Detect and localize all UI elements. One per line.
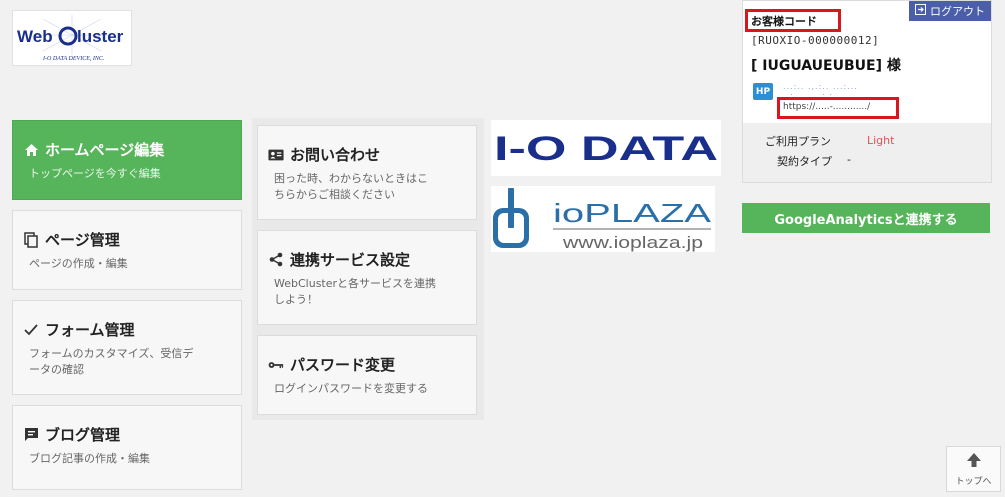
ioplaza-banner[interactable]: ioPLAZA www.ioplaza.jp	[491, 186, 715, 252]
service-link-desc: WebClusterと各サービスを連携 しよう！	[268, 276, 466, 308]
home-edit-desc: トップページを今すぐ編集	[29, 167, 161, 180]
ioplaza-url-text: www.ioplaza.jp	[562, 233, 703, 252]
service-link-desc-line1: WebClusterと各サービスを連携	[274, 277, 437, 290]
plan-row: ご利用プラン	[765, 133, 831, 149]
home-edit-title: ホームページ編集	[45, 141, 165, 159]
contact-tile[interactable]: お問い合わせ 困った時、わからないときはこ ちらからご相談ください	[257, 125, 477, 220]
contact-desc: 困った時、わからないときはこ ちらからご相談ください	[268, 171, 466, 203]
contact-desc-line2: ちらからご相談ください	[274, 188, 395, 201]
password-change-tile[interactable]: パスワード変更 ログインパスワードを変更する	[257, 335, 477, 415]
home-edit-tile[interactable]: ホームページ編集 トップページを今すぐ編集	[12, 120, 242, 200]
comment-icon	[23, 427, 39, 443]
share-icon	[268, 252, 284, 268]
logo-text-left: Web	[17, 27, 53, 46]
form-manage-desc: フォームのカスタマイズ、受信デ ータの確認	[23, 346, 231, 378]
form-manage-desc-line1: フォームのカスタマイズ、受信デ	[29, 347, 194, 360]
highlight-customer-code	[745, 9, 841, 32]
scroll-to-top-label: トップへ	[955, 476, 992, 487]
contact-card-icon	[268, 147, 284, 163]
blog-manage-tile[interactable]: ブログ管理 ブログ記事の作成・編集	[12, 405, 242, 490]
logout-label: ログアウト	[930, 5, 985, 18]
blog-manage-title: ブログ管理	[45, 426, 121, 444]
highlight-hp-url	[777, 97, 899, 119]
arrow-up-icon	[966, 452, 982, 472]
form-manage-tile[interactable]: フォーム管理 フォームのカスタマイズ、受信デ ータの確認	[12, 300, 242, 395]
google-analytics-link-button[interactable]: GoogleAnalyticsと連携する	[742, 203, 990, 233]
password-change-desc: ログインパスワードを変更する	[274, 382, 428, 395]
blog-manage-desc: ブログ記事の作成・編集	[29, 452, 150, 465]
key-icon	[268, 357, 284, 373]
scroll-to-top-button[interactable]: トップへ	[946, 446, 1001, 492]
customer-name: [ IUGUAUEUBUE] 様	[751, 58, 901, 74]
service-link-tile[interactable]: 連携サービス設定 WebClusterと各サービスを連携 しよう！	[257, 230, 477, 325]
iodata-banner[interactable]: I-O DATA	[491, 120, 721, 176]
check-icon	[23, 322, 39, 338]
account-info: ログアウト お客様コード [RUOXIO-000000012] [ IUGUAU…	[743, 1, 991, 123]
hp-badge: HP	[753, 83, 773, 100]
logo-tagline: I-O DATA DEVICE, INC.	[42, 56, 104, 62]
logout-icon	[915, 4, 926, 18]
iodata-logo-text: I-O DATA	[494, 130, 718, 168]
home-icon	[23, 142, 39, 158]
customer-code-value: [RUOXIO-000000012]	[751, 34, 880, 47]
service-link-desc-line2: しよう！	[274, 293, 318, 306]
contract-value: -	[847, 153, 851, 166]
contract-label: 契約タイプ	[777, 155, 832, 168]
webcluster-logo[interactable]: Web luster I-O DATA DEVICE, INC.	[12, 10, 132, 66]
plan-label: ご利用プラン	[765, 135, 831, 148]
page-manage-tile[interactable]: ページ管理 ページの作成・編集	[12, 210, 242, 290]
form-manage-title: フォーム管理	[45, 321, 135, 339]
password-change-title: パスワード変更	[290, 356, 396, 374]
plan-value: Light	[867, 134, 895, 147]
ioplaza-logo-title: ioPLAZA	[553, 198, 712, 228]
contact-title: お問い合わせ	[290, 146, 381, 164]
form-manage-desc-line2: ータの確認	[29, 363, 84, 376]
copy-icon	[23, 231, 39, 248]
hp-description-line1: ...:.. .,.:.. ...:...	[783, 82, 858, 91]
logout-button[interactable]: ログアウト	[909, 1, 991, 21]
logo-text-right: luster	[77, 27, 124, 46]
page-manage-title: ページ管理	[45, 231, 120, 249]
account-panel: ログアウト お客様コード [RUOXIO-000000012] [ IUGUAU…	[742, 0, 992, 183]
contact-desc-line1: 困った時、わからないときはこ	[274, 172, 428, 185]
service-link-title: 連携サービス設定	[290, 251, 411, 269]
page-manage-desc: ページの作成・編集	[29, 257, 128, 270]
